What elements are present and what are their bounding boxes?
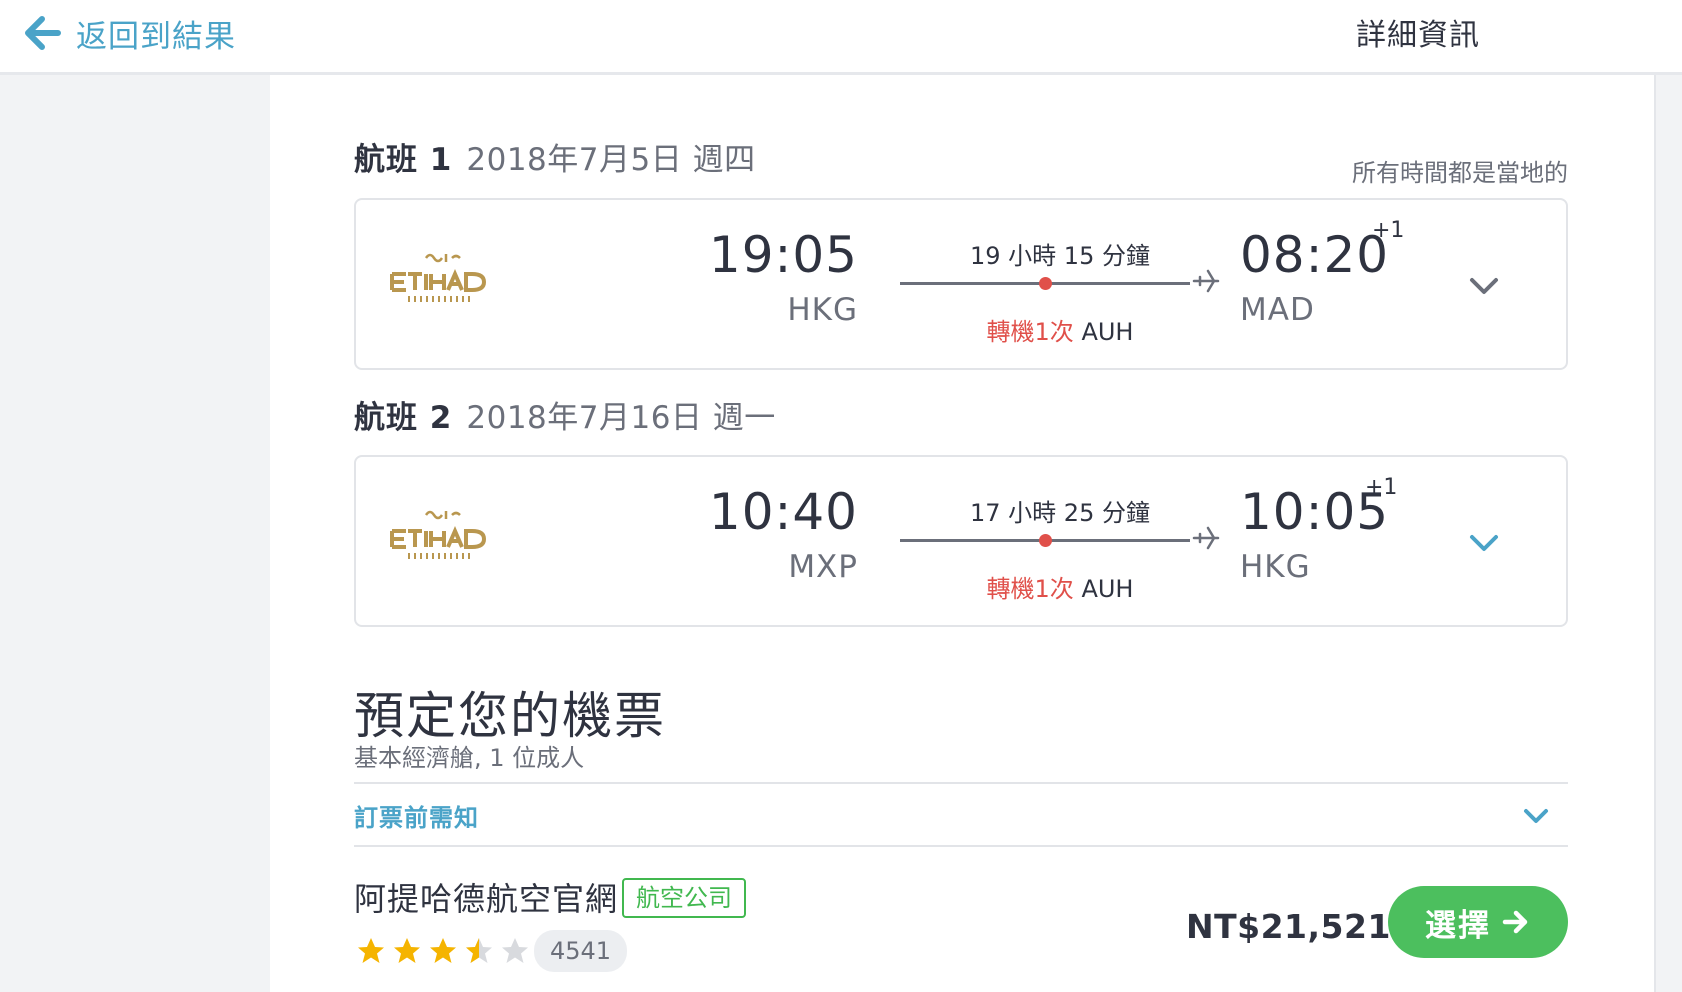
departure-time: 10:40 xyxy=(708,483,858,541)
departure-airport: MXP xyxy=(788,549,858,585)
flight-duration: 17 小時 25 分鐘 xyxy=(970,499,1150,527)
star-full-icon xyxy=(430,938,456,963)
scrollbar-track[interactable] xyxy=(1654,75,1682,992)
arrival-time: 08:20 xyxy=(1240,226,1390,284)
stop-dot xyxy=(1039,277,1052,290)
star-empty-icon xyxy=(502,938,528,963)
etihad-logo-icon xyxy=(390,253,487,302)
flight-2-header: 航班 2 2018年7月16日 週一 xyxy=(354,392,776,436)
booking-subtitle: 基本經濟艙, 1 位成人 xyxy=(354,744,585,772)
airline-badge: 航空公司 xyxy=(622,878,746,918)
flight-card-1[interactable]: 19:05 HKG 19 小時 15 分鐘 轉機1次 AUH 08:20 +1 … xyxy=(354,198,1568,370)
select-label: 選擇 xyxy=(1425,907,1491,944)
flight-label: 航班 1 xyxy=(354,142,453,178)
stop-airport: AUH xyxy=(1081,318,1134,346)
route-line xyxy=(900,534,1190,547)
chevron-down-icon xyxy=(1524,809,1548,823)
etihad-logo-icon xyxy=(390,510,487,559)
notice-label: 訂票前需知 xyxy=(354,804,479,832)
next-day-indicator: +1 xyxy=(1365,475,1398,500)
star-full-icon xyxy=(358,938,384,963)
stops-info: 轉機1次 AUH xyxy=(900,569,1220,604)
divider xyxy=(354,782,1568,784)
back-to-results-button[interactable]: 返回到結果 xyxy=(22,8,236,58)
departure-airport: HKG xyxy=(787,292,858,328)
plane-icon xyxy=(1192,526,1220,550)
stops-count: 轉機1次 xyxy=(986,575,1074,603)
page-title: 詳細資訊 xyxy=(1356,18,1480,53)
divider xyxy=(354,845,1568,847)
flight-date: 2018年7月5日 週四 xyxy=(466,142,756,178)
flight-1-header: 航班 1 2018年7月5日 週四 xyxy=(354,134,756,178)
review-count-bubble[interactable]: 4541 xyxy=(534,930,628,972)
chevron-down-icon[interactable] xyxy=(1464,266,1504,306)
booking-notice-toggle[interactable]: 訂票前需知 xyxy=(354,798,1568,848)
top-bar: 返回到結果 詳細資訊 xyxy=(0,0,1682,75)
route-line xyxy=(900,277,1190,290)
arrival-airport: MAD xyxy=(1240,292,1315,328)
plane-icon xyxy=(1192,269,1220,293)
flight-date: 2018年7月16日 週一 xyxy=(466,400,776,436)
flight-card-2[interactable]: 10:40 MXP 17 小時 25 分鐘 轉機1次 AUH 10:05 +1 … xyxy=(354,455,1568,627)
chevron-down-icon[interactable] xyxy=(1464,523,1504,563)
star-half-icon xyxy=(466,938,492,963)
vendor-name: 阿提哈德航空官網 xyxy=(354,880,619,918)
arrow-left-icon xyxy=(25,16,61,50)
flight-duration: 19 小時 15 分鐘 xyxy=(970,242,1150,270)
back-label: 返回到結果 xyxy=(76,18,236,55)
arrival-airport: HKG xyxy=(1240,549,1311,585)
timezone-note: 所有時間都是當地的 xyxy=(1352,159,1568,187)
departure-time: 19:05 xyxy=(708,226,858,284)
stops-info: 轉機1次 AUH xyxy=(900,312,1220,347)
price: NT$21,521 xyxy=(1186,907,1391,946)
select-button[interactable]: 選擇 xyxy=(1388,886,1568,958)
rating-stars xyxy=(356,936,530,966)
left-gutter xyxy=(0,75,270,992)
stops-count: 轉機1次 xyxy=(986,318,1074,346)
star-full-icon xyxy=(394,938,420,963)
stop-airport: AUH xyxy=(1081,575,1134,603)
next-day-indicator: +1 xyxy=(1372,218,1405,243)
arrow-right-icon xyxy=(1502,910,1528,934)
flight-label: 航班 2 xyxy=(354,400,453,436)
stop-dot xyxy=(1039,534,1052,547)
